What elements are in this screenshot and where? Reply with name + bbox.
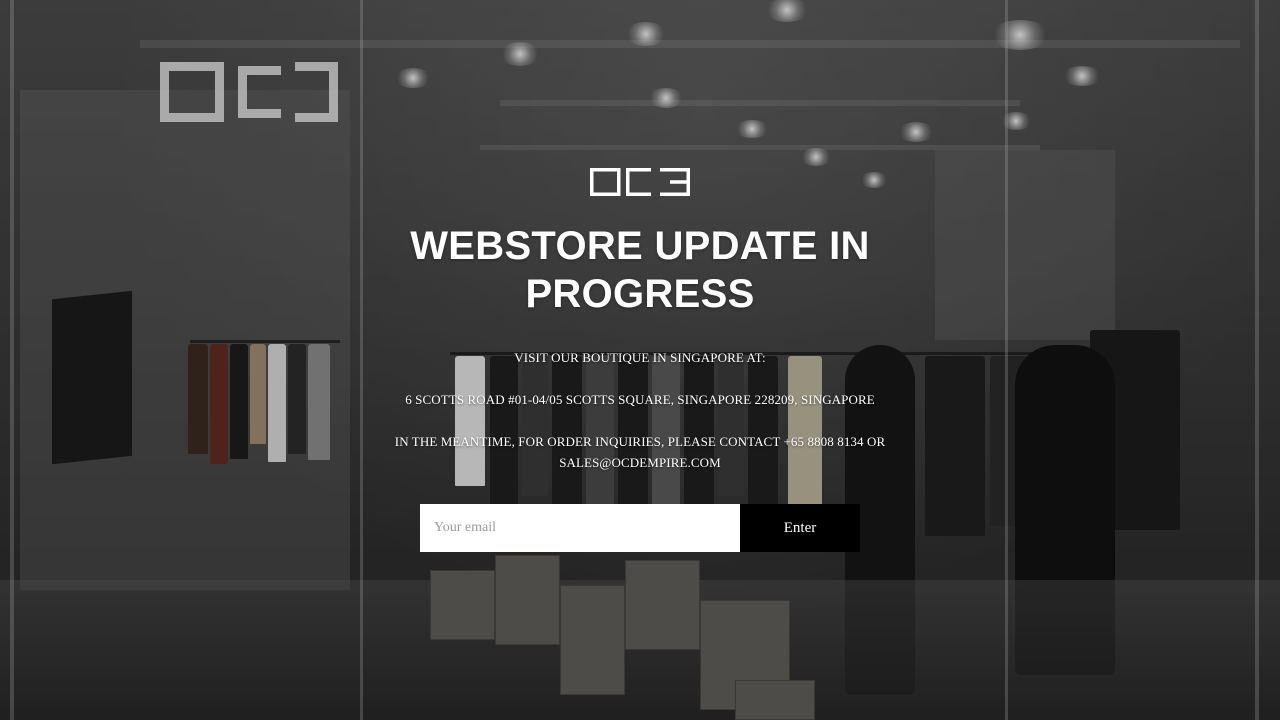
- email-input[interactable]: [420, 504, 740, 552]
- enter-button[interactable]: Enter: [740, 504, 860, 552]
- boutique-address-text: 6 SCOTTS ROAD #01-04/05 SCOTTS SQUARE, S…: [405, 392, 875, 407]
- page-title: WEBSTORE UPDATE IN PROGRESS: [410, 224, 870, 316]
- boutique-intro-text: VISIT OUR BOUTIQUE IN SINGAPORE AT:: [514, 350, 766, 365]
- password-content: WEBSTORE UPDATE IN PROGRESS VISIT OUR BO…: [0, 0, 1280, 720]
- newsletter-form: Enter: [420, 504, 860, 552]
- contact-info-text: IN THE MEANTIME, FOR ORDER INQUIRIES, PL…: [394, 434, 886, 470]
- password-page: WEBSTORE UPDATE IN PROGRESS VISIT OUR BO…: [0, 0, 1280, 720]
- ocd-logo-icon: [590, 168, 690, 196]
